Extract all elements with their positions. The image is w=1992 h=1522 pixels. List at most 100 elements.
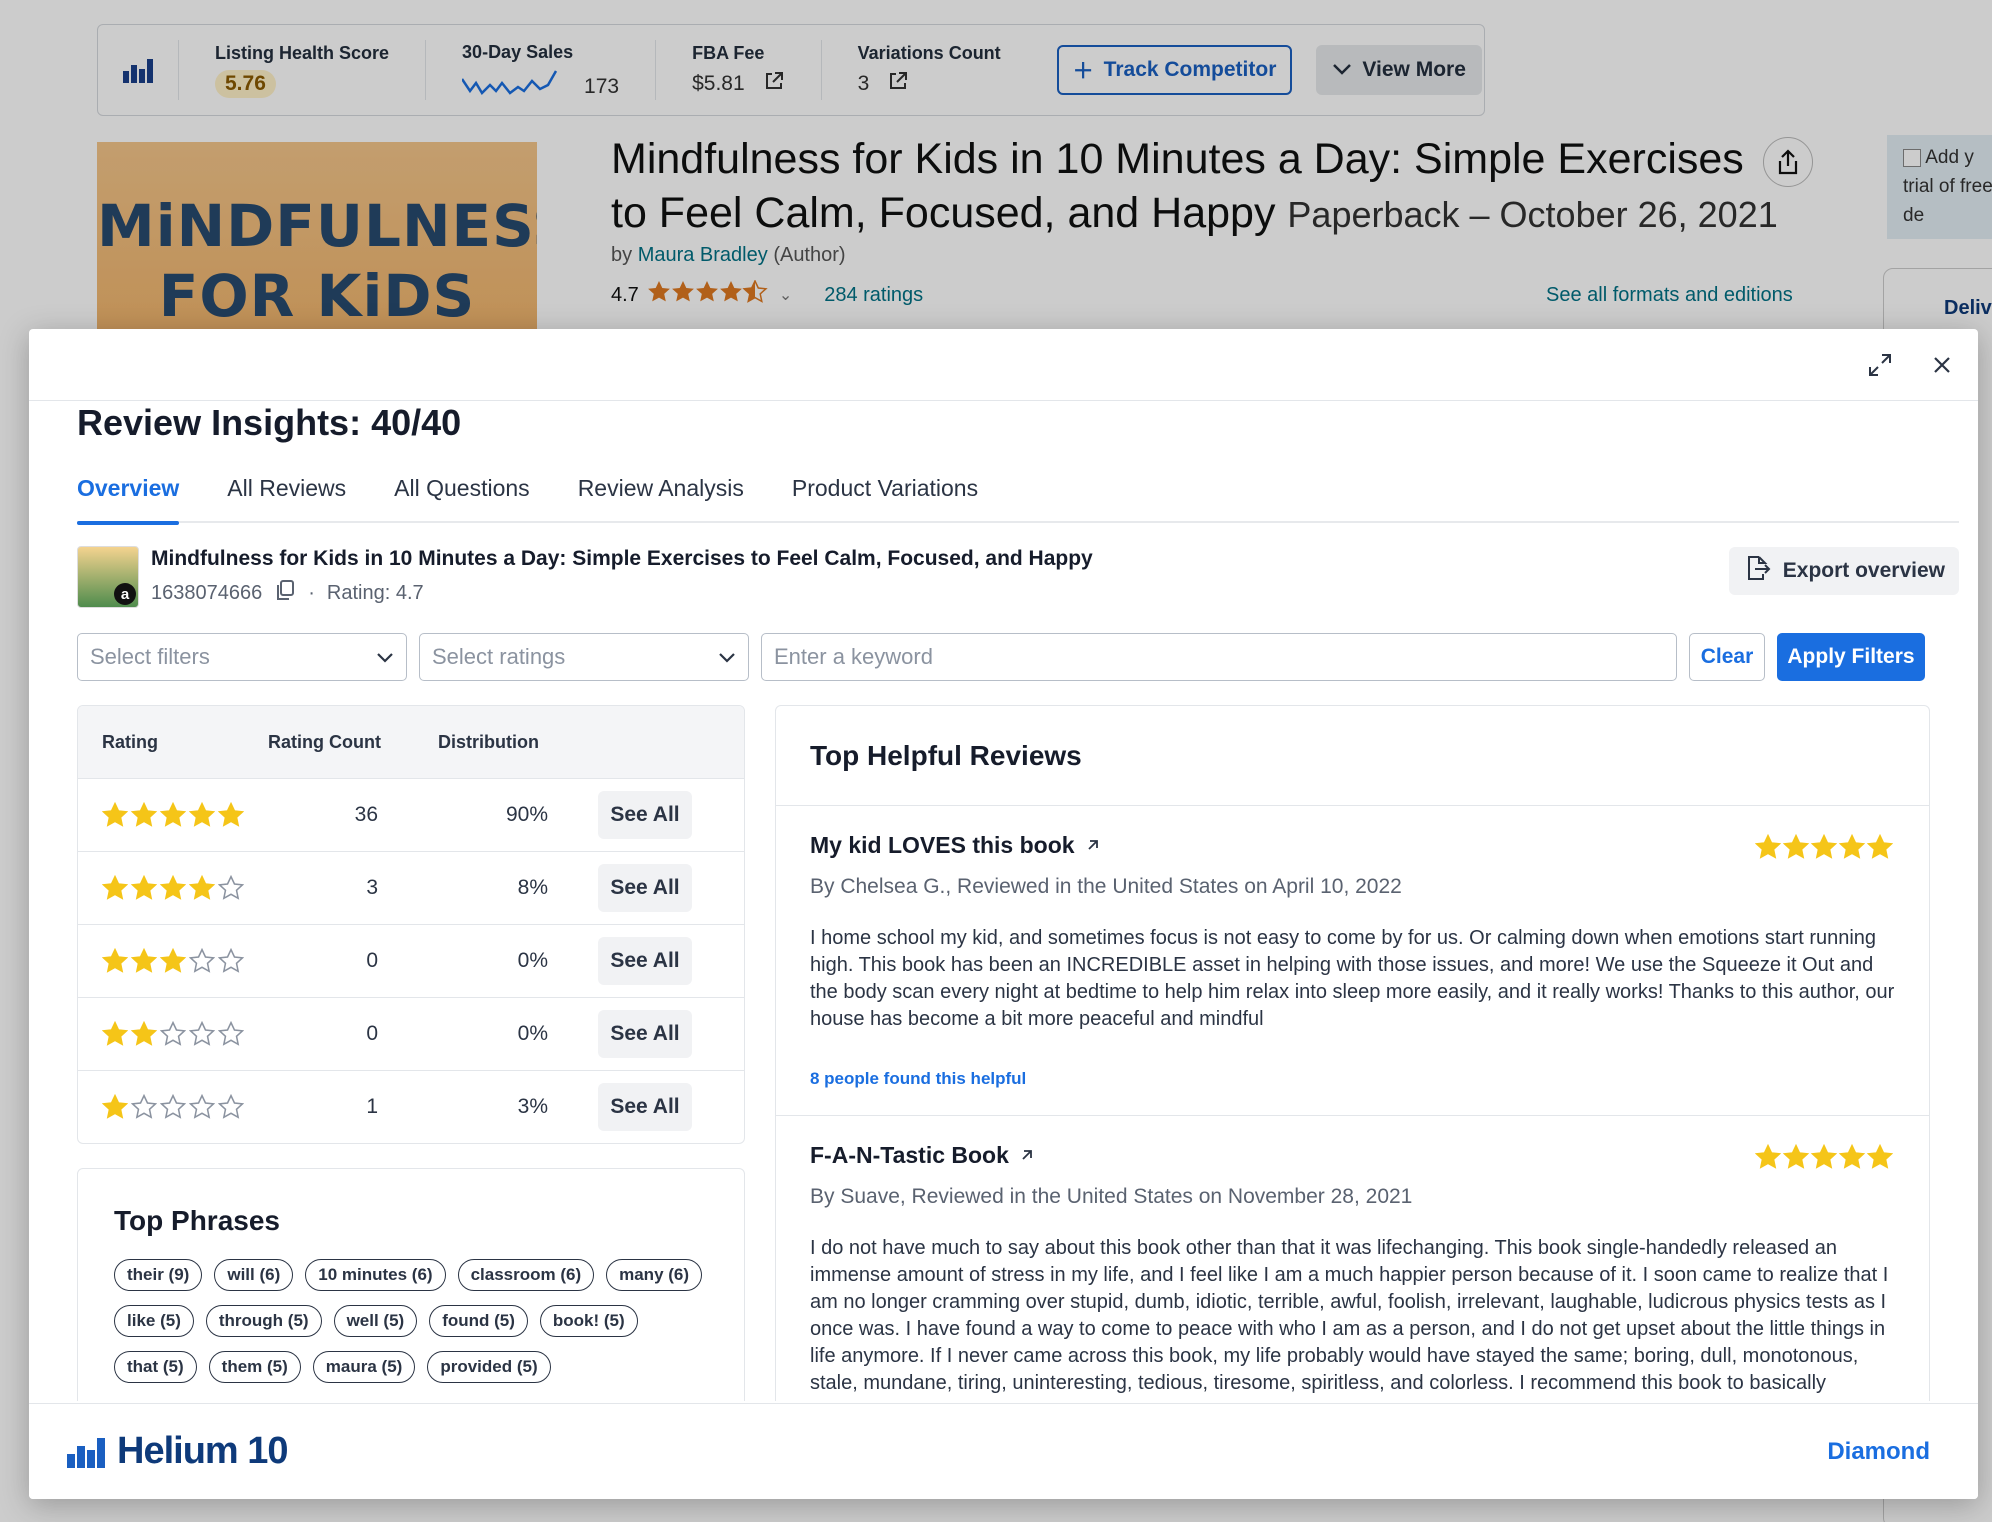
- phrase-chip[interactable]: many (6): [606, 1259, 703, 1291]
- close-icon[interactable]: [1926, 349, 1958, 381]
- review-title[interactable]: F-A-N-Tastic Book: [810, 1142, 1009, 1169]
- rating-count: 0: [366, 1022, 378, 1045]
- helpful-count: 8 people found this helpful: [810, 1069, 1027, 1088]
- product-thumbnail: a: [77, 546, 139, 608]
- apply-filters-button[interactable]: Apply Filters: [1777, 633, 1925, 681]
- product-name: Mindfulness for Kids in 10 Minutes a Day…: [151, 547, 1093, 570]
- rating-count: 0: [366, 949, 378, 972]
- review-stars-icon: [1755, 1144, 1893, 1170]
- modal-footer: Helium 10 Diamond: [29, 1403, 1978, 1499]
- keyword-input[interactable]: [761, 633, 1677, 681]
- review-title[interactable]: My kid LOVES this book: [810, 832, 1075, 859]
- phrase-chip[interactable]: classroom (6): [457, 1259, 595, 1291]
- see-all-button[interactable]: See All: [598, 791, 692, 839]
- review-insights-title: Review Insights: 40/40: [77, 402, 462, 443]
- phrase-chip[interactable]: book! (5): [539, 1305, 638, 1337]
- plan-label[interactable]: Diamond: [1827, 1438, 1930, 1466]
- helium10-bars-icon: [67, 1437, 105, 1468]
- review-text: I do not have much to say about this boo…: [810, 1237, 1889, 1401]
- phrase-chip[interactable]: 10 minutes (6): [305, 1259, 446, 1291]
- rating-count: 1: [366, 1095, 378, 1118]
- tab-product-variations[interactable]: Product Variations: [792, 465, 978, 523]
- tab-overview[interactable]: Overview: [77, 465, 180, 525]
- star-rating-icon: [78, 802, 298, 828]
- phrase-chip[interactable]: their (9): [114, 1259, 203, 1291]
- rating-distribution: 90%: [505, 803, 548, 826]
- see-all-button[interactable]: See All: [598, 864, 692, 912]
- phrase-chip[interactable]: provided (5): [427, 1351, 551, 1383]
- tab-all-reviews[interactable]: All Reviews: [227, 465, 346, 523]
- export-overview-label: Export overview: [1782, 559, 1945, 582]
- phrase-chip[interactable]: them (5): [208, 1351, 301, 1383]
- select-filters-dropdown[interactable]: Select filters: [77, 633, 407, 681]
- open-external-icon[interactable]: [1085, 832, 1101, 859]
- tab-bar: Overview All Reviews All Questions Revie…: [77, 465, 1959, 525]
- top-helpful-reviews-title: Top Helpful Reviews: [776, 706, 1929, 806]
- review-text: I home school my kid, and sometimes focu…: [810, 927, 1895, 1030]
- phrase-chip[interactable]: through (5): [205, 1305, 322, 1337]
- meta-separator: ·: [308, 581, 315, 604]
- phrase-chip[interactable]: like (5): [114, 1305, 194, 1337]
- rating-table-header: Rating Rating Count Distribution: [78, 706, 744, 778]
- chevron-down-icon: [376, 644, 394, 670]
- phrase-chips: their (9) will (6) 10 minutes (6) classroom…: [114, 1259, 714, 1383]
- see-all-button[interactable]: See All: [598, 1083, 692, 1131]
- chevron-down-icon: [718, 644, 736, 670]
- top-phrases-card: Top Phrases their (9) will (6) 10 minutes …: [77, 1168, 745, 1401]
- left-column: Rating Rating Count Distribution 36 90% Se…: [77, 705, 745, 1401]
- rating-row: 36 90% See All: [78, 778, 744, 851]
- open-external-icon[interactable]: [1019, 1142, 1035, 1169]
- rating-row: 0 0% See All: [78, 997, 744, 1070]
- rating-count: 3: [366, 876, 378, 899]
- header-rating-count: Rating Count: [268, 731, 381, 752]
- see-all-button[interactable]: See All: [598, 937, 692, 985]
- phrase-chip[interactable]: maura (5): [312, 1351, 416, 1383]
- rating-row: 1 3% See All: [78, 1070, 744, 1143]
- overview-content: Rating Rating Count Distribution 36 90% Se…: [77, 705, 1959, 1401]
- review-item: My kid LOVES this book By Chelsea G., Rev…: [776, 806, 1929, 1116]
- modal-topbar: [29, 329, 1978, 401]
- product-summary: a Mindfulness for Kids in 10 Minutes a D…: [77, 546, 1959, 608]
- phrase-chip[interactable]: found (5): [429, 1305, 528, 1337]
- phrase-chip[interactable]: well (5): [333, 1305, 418, 1337]
- copy-icon[interactable]: [274, 579, 296, 607]
- phrase-chip[interactable]: that (5): [114, 1351, 197, 1383]
- clear-button[interactable]: Clear: [1689, 633, 1765, 681]
- product-rating: Rating: 4.7: [326, 581, 424, 604]
- expand-icon[interactable]: [1864, 349, 1896, 381]
- review-insights-modal: Review Insights: 40/40 Overview All Revi…: [29, 329, 1978, 1499]
- product-asin: 1638074666: [151, 581, 263, 604]
- rating-distribution: 8%: [517, 876, 548, 899]
- modal-body: Review Insights: 40/40 Overview All Revi…: [77, 401, 1959, 1401]
- review-item: F-A-N-Tastic Book By Suave, Reviewed in t…: [776, 1116, 1929, 1401]
- star-rating-icon: [78, 875, 298, 901]
- rating-table: Rating Rating Count Distribution 36 90% Se…: [77, 705, 745, 1144]
- select-ratings-placeholder: Select ratings: [432, 644, 566, 669]
- top-helpful-reviews-card: Top Helpful Reviews My kid LOVES this bo…: [775, 705, 1930, 1401]
- rating-distribution: 0%: [517, 1022, 548, 1045]
- export-overview-button[interactable]: Export overview: [1728, 547, 1959, 595]
- rating-distribution: 0%: [517, 949, 548, 972]
- filter-bar: Select filters Select ratings Clear Appl…: [77, 633, 1959, 681]
- header-distribution: Distribution: [438, 731, 539, 752]
- star-rating-icon: [78, 1021, 298, 1047]
- see-all-button[interactable]: See All: [598, 1010, 692, 1058]
- rating-row: 3 8% See All: [78, 851, 744, 924]
- review-byline: By Chelsea G., Reviewed in the United St…: [810, 875, 1402, 898]
- rating-distribution: 3%: [517, 1095, 548, 1118]
- star-rating-icon: [78, 948, 298, 974]
- tab-review-analysis[interactable]: Review Analysis: [578, 465, 744, 523]
- review-byline: By Suave, Reviewed in the United States …: [810, 1185, 1413, 1208]
- helium10-logo: Helium 10: [67, 1430, 289, 1473]
- top-phrases-title: Top Phrases: [114, 1205, 280, 1236]
- rating-count: 36: [354, 803, 378, 826]
- select-filters-placeholder: Select filters: [90, 644, 210, 669]
- helium10-brand-text: Helium 10: [117, 1430, 289, 1472]
- header-rating: Rating: [102, 731, 158, 752]
- tab-all-questions[interactable]: All Questions: [394, 465, 530, 523]
- phrase-chip[interactable]: will (6): [214, 1259, 294, 1291]
- review-stars-icon: [1755, 834, 1893, 860]
- select-ratings-dropdown[interactable]: Select ratings: [419, 633, 749, 681]
- star-rating-icon: [78, 1094, 298, 1120]
- export-icon: [1743, 554, 1771, 588]
